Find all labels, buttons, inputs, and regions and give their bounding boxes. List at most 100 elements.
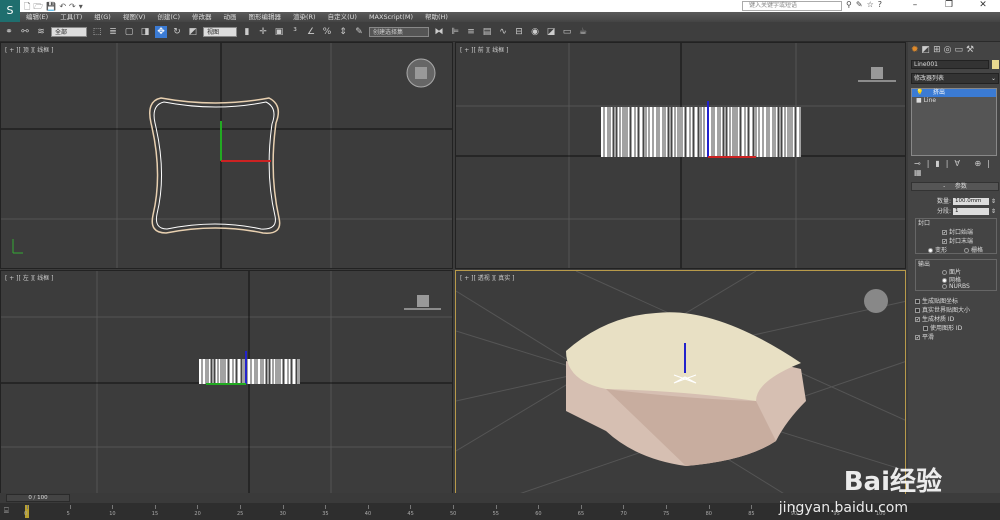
curve-editor-icon[interactable]: ∿	[497, 26, 509, 38]
menu-item[interactable]: 组(G)	[94, 12, 111, 22]
unlink-icon[interactable]: ⚯	[19, 26, 31, 38]
timeline-tick	[495, 505, 497, 509]
info-center-icons[interactable]: ⚲✎☆?	[846, 0, 886, 9]
timeline-tick-label: 25	[237, 511, 244, 517]
timeline-tick-label: 85	[748, 511, 755, 517]
stack-item-extrude[interactable]: 💡 挤出	[912, 89, 996, 97]
selection-set-dropdown[interactable]: 创建选择集	[369, 26, 429, 37]
rendered-frame-icon[interactable]: ▭	[561, 26, 573, 38]
app-logo-icon[interactable]: S	[0, 0, 20, 22]
segments-spinner[interactable]: 1	[952, 208, 989, 215]
timeline-tick-label: 20	[194, 511, 201, 517]
viewport-left[interactable]: [ + ][ 左 ][ 线框 ]	[0, 270, 453, 494]
time-slider-bar: 0 / 100	[0, 493, 905, 503]
timeline-tick	[666, 505, 667, 509]
stack-item-line[interactable]: ■ Line	[912, 97, 996, 105]
object-name-field[interactable]: Line001	[911, 60, 989, 69]
menu-item[interactable]: MAXScript(M)	[369, 12, 413, 22]
display-tab-icon[interactable]: ▭	[954, 45, 963, 55]
menu-item[interactable]: 帮助(H)	[425, 12, 448, 22]
amount-spinner[interactable]: 100.0mm	[952, 198, 989, 205]
use-shape-id-checkbox[interactable]: 使用图形 ID	[923, 323, 962, 332]
viewport-label[interactable]: [ + ][ 前 ][ 线框 ]	[460, 45, 509, 54]
mirror-icon[interactable]: ⧓	[433, 26, 445, 38]
viewport-top[interactable]: [ + ][ 顶 ][ 线框 ]	[0, 42, 453, 269]
minimize-button[interactable]: –	[898, 0, 932, 10]
timeline-tick-label: 10	[109, 511, 116, 517]
menu-item[interactable]: 创建(C)	[157, 12, 180, 22]
menu-item[interactable]: 自定义(U)	[328, 12, 357, 22]
spinner-snap-icon[interactable]: ⇕	[337, 26, 349, 38]
manipulate-icon[interactable]: ✛	[257, 26, 269, 38]
rotate-icon[interactable]: ↻	[171, 26, 183, 38]
cap-start-checkbox[interactable]: ✔ 封口始端	[942, 227, 973, 236]
menu-item[interactable]: 修改器	[192, 12, 212, 22]
menu-item[interactable]: 工具(T)	[60, 12, 82, 22]
gen-mapping-checkbox[interactable]: 生成贴图坐标	[915, 296, 958, 305]
layer-icon[interactable]: ≡	[465, 26, 477, 38]
snap-icon[interactable]: ³	[289, 26, 301, 38]
search-input[interactable]: 键入关键字或短语	[742, 1, 842, 11]
window-controls[interactable]: – ❐ ✕	[898, 0, 1000, 10]
menu-item[interactable]: 图形编辑器	[249, 12, 282, 22]
render-icon[interactable]: ☕	[577, 26, 589, 38]
modify-tab-icon[interactable]: ◩	[922, 45, 931, 55]
timeline-tick	[282, 505, 284, 509]
utilities-tab-icon[interactable]: ⚒	[966, 45, 974, 55]
stack-controls[interactable]: ⊸|▮|∀ ⊕|▦	[914, 159, 1000, 177]
percent-snap-icon[interactable]: %	[321, 26, 333, 38]
grid-radio[interactable]: 栅格	[964, 245, 983, 254]
time-slider[interactable]: 0 / 100	[6, 494, 70, 502]
viewport-label[interactable]: [ + ][ 左 ][ 线框 ]	[5, 273, 54, 282]
modifier-list-dropdown[interactable]: 修改器列表 ⌄	[911, 73, 999, 84]
object-color-swatch[interactable]	[992, 60, 999, 69]
timeline-tick-label: 35	[322, 511, 329, 517]
mini-curve-editor-icon[interactable]: ⌸	[4, 506, 9, 516]
timeline-tick	[580, 505, 582, 509]
scale-icon[interactable]: ◩	[187, 26, 199, 38]
viewport-label[interactable]: [ + ][ 透视 ][ 真实 ]	[460, 273, 515, 282]
timeline-tick	[367, 505, 369, 509]
bind-space-warp-icon[interactable]: ≋	[35, 26, 47, 38]
link-icon[interactable]: ⚭	[3, 26, 15, 38]
render-setup-icon[interactable]: ◪	[545, 26, 557, 38]
motion-tab-icon[interactable]: ◎	[944, 45, 952, 55]
schematic-view-icon[interactable]: ⊟	[513, 26, 525, 38]
create-tab-icon[interactable]: ✹	[911, 45, 919, 55]
window-crossing-icon[interactable]: ◨	[139, 26, 151, 38]
viewport-front[interactable]: [ + ][ 前 ][ 线框 ]	[455, 42, 906, 269]
menu-item[interactable]: 动画	[224, 12, 237, 22]
menu-item[interactable]: 渲染(R)	[293, 12, 316, 22]
viewport-perspective[interactable]: [ + ][ 透视 ][ 真实 ]	[455, 270, 906, 494]
maximize-button[interactable]: ❐	[932, 0, 966, 10]
select-object-icon[interactable]: ⬚	[91, 26, 103, 38]
hierarchy-tab-icon[interactable]: ⊞	[933, 45, 941, 55]
rollout-header[interactable]: - 参数	[911, 182, 999, 191]
select-by-name-icon[interactable]: ≣	[107, 26, 119, 38]
output-nurbs-radio[interactable]: NURBS	[942, 283, 970, 290]
real-world-map-checkbox[interactable]: 真实世界贴图大小	[915, 305, 970, 314]
timeline-tick	[410, 505, 412, 509]
rect-selection-icon[interactable]: ▢	[123, 26, 135, 38]
menu-item[interactable]: 编辑(E)	[26, 12, 48, 22]
timeline-tick-label: 70	[620, 511, 627, 517]
selection-filter-dropdown[interactable]: 全部	[51, 26, 87, 37]
move-icon[interactable]: ✥	[155, 25, 167, 38]
edit-named-sets-icon[interactable]: ✎	[353, 26, 365, 38]
align-icon[interactable]: ⊫	[449, 26, 461, 38]
pivot-icon[interactable]: ▮	[241, 26, 253, 38]
close-button[interactable]: ✕	[966, 0, 1000, 10]
top-view-canvas	[1, 43, 452, 268]
gen-material-id-checkbox[interactable]: ✔ 生成材质 ID	[915, 314, 954, 323]
keyboard-shortcut-icon[interactable]: ▣	[273, 26, 285, 38]
menu-item[interactable]: 视图(V)	[123, 12, 146, 22]
angle-snap-icon[interactable]: ∠	[305, 26, 317, 38]
ref-coord-dropdown[interactable]: 视图	[203, 26, 237, 37]
material-editor-icon[interactable]: ◉	[529, 26, 541, 38]
timeline-tick-label: 0	[24, 511, 28, 517]
cap-end-checkbox[interactable]: ✔ 封口末端	[942, 236, 973, 245]
smooth-checkbox[interactable]: ✔ 平滑	[915, 332, 934, 341]
morph-radio[interactable]: 变形	[928, 245, 947, 254]
viewport-label[interactable]: [ + ][ 顶 ][ 线框 ]	[5, 45, 54, 54]
scene-explorer-icon[interactable]: ▤	[481, 26, 493, 38]
